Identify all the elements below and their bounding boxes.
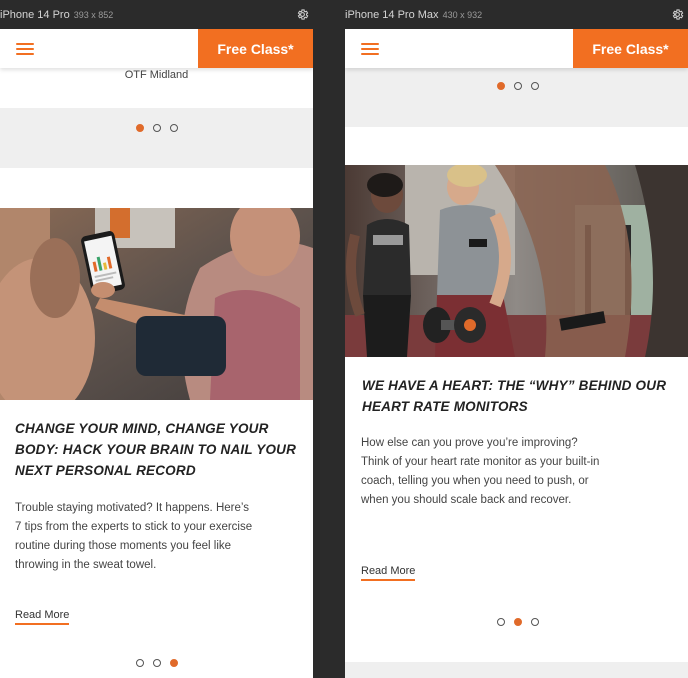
article-title: WE HAVE A HEART: THE “WHY” BEHIND OUR HE… xyxy=(362,378,667,414)
device-preview-iphone-14-pro: iPhone 14 Pro 393 x 852 Free Class* OTF M… xyxy=(0,0,313,678)
read-more-link[interactable]: Read More xyxy=(15,609,70,625)
carousel-dot[interactable] xyxy=(153,659,161,667)
carousel-dot[interactable] xyxy=(170,124,178,132)
carousel-dots-top xyxy=(136,124,178,132)
carousel-dot[interactable] xyxy=(136,124,144,132)
carousel-dots-bottom xyxy=(136,659,178,667)
carousel-band xyxy=(345,68,688,127)
carousel-dots-bottom xyxy=(497,618,539,626)
mobile-screen: Free Class* WE HAVE A HEART: THE “WHY” B… xyxy=(345,29,688,678)
free-class-button[interactable]: Free Class* xyxy=(573,29,688,68)
studio-name: OTF Midland xyxy=(124,69,189,81)
device-dimensions: 393 x 852 xyxy=(73,9,114,20)
article-excerpt: Trouble staying motivated? It happens. H… xyxy=(15,502,253,571)
device-toolbar: iPhone 14 Pro 393 x 852 xyxy=(0,0,313,29)
mobile-screen: Free Class* OTF Midland CHANGE YOUR MIND… xyxy=(0,29,313,678)
article-excerpt: How else can you prove you’re improving?… xyxy=(361,437,600,506)
section-band xyxy=(345,662,688,678)
device-dimensions: 430 x 932 xyxy=(442,9,483,20)
article-title: CHANGE YOUR MIND, CHANGE YOUR BODY: HACK… xyxy=(15,421,297,478)
hamburger-menu-icon[interactable] xyxy=(361,43,379,55)
read-more-link[interactable]: Read More xyxy=(361,565,416,581)
carousel-dot[interactable] xyxy=(153,124,161,132)
carousel-dot[interactable] xyxy=(514,618,522,626)
carousel-band xyxy=(0,108,313,168)
device-preview-iphone-14-pro-max: iPhone 14 Pro Max430 x 932 Free Class* xyxy=(345,0,688,678)
carousel-dot[interactable] xyxy=(531,618,539,626)
carousel-dot[interactable] xyxy=(514,82,522,90)
article-image-phone-workout xyxy=(0,208,313,400)
carousel-dot[interactable] xyxy=(170,659,178,667)
hamburger-menu-icon[interactable] xyxy=(16,43,34,55)
gear-icon[interactable] xyxy=(295,8,309,22)
device-name: iPhone 14 Pro Max 430 x 932 xyxy=(345,8,483,21)
device-name: iPhone 14 Pro 393 x 852 xyxy=(0,8,114,21)
free-class-button[interactable]: Free Class* xyxy=(198,29,313,68)
carousel-dots-top xyxy=(497,82,539,90)
carousel-dot[interactable] xyxy=(497,618,505,626)
carousel-dot[interactable] xyxy=(136,659,144,667)
top-nav: Free Class* xyxy=(345,29,688,68)
gear-icon[interactable] xyxy=(670,8,684,22)
carousel-dot[interactable] xyxy=(497,82,505,90)
device-toolbar: iPhone 14 Pro Max 430 x 932 xyxy=(345,0,688,29)
carousel-dot[interactable] xyxy=(531,82,539,90)
article-image-heart-rate-workout xyxy=(345,165,688,357)
top-nav: Free Class* xyxy=(0,29,313,68)
